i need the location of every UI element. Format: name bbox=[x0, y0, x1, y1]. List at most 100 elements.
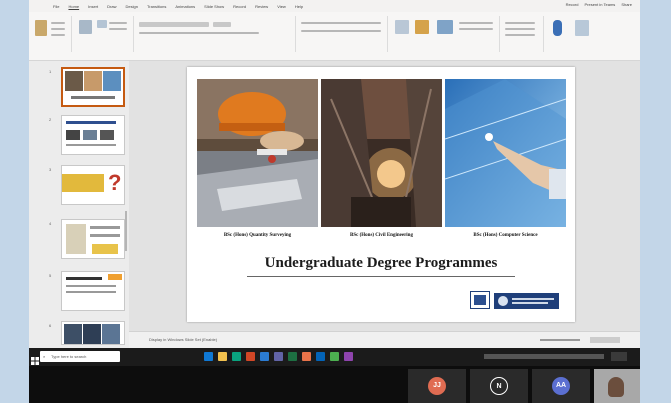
participant-tile[interactable]: AA bbox=[532, 369, 590, 403]
thumb-heading-line bbox=[66, 277, 102, 280]
slide-number: 2 bbox=[49, 117, 52, 122]
new-slide-icon[interactable] bbox=[79, 20, 92, 34]
slide-editor: BSc (Hons) Quantity Surveying BSc (Hons)… bbox=[129, 61, 640, 331]
ribbon-tab-review[interactable]: Review bbox=[255, 4, 268, 9]
present-in-teams-button[interactable]: Present in Teams bbox=[584, 2, 615, 7]
section-command bbox=[109, 28, 127, 30]
designer-icon[interactable] bbox=[575, 20, 589, 36]
notes-text[interactable]: Display in Windows Slide Set (Enable) bbox=[149, 337, 217, 342]
participant-video bbox=[608, 377, 624, 397]
clock[interactable] bbox=[611, 352, 627, 361]
caption-quantity-surveying: BSc (Hons) Quantity Surveying bbox=[223, 233, 292, 238]
thumb-photo bbox=[83, 130, 97, 140]
participant-avatar: N bbox=[490, 377, 508, 395]
thumb-photo bbox=[83, 324, 101, 344]
slide-number: 5 bbox=[49, 273, 52, 278]
search-icon: ⌕ bbox=[43, 354, 46, 359]
ribbon-tab-slide-show[interactable]: Slide Show bbox=[204, 4, 224, 9]
edge-icon[interactable] bbox=[204, 352, 213, 361]
thumb-badge bbox=[108, 274, 122, 280]
slide-thumbnail-6[interactable] bbox=[61, 321, 125, 345]
shapes-icon[interactable] bbox=[395, 20, 409, 34]
powerpoint-icon[interactable] bbox=[246, 352, 255, 361]
thumb-text-line bbox=[90, 226, 120, 229]
photo-quantity-surveying bbox=[197, 79, 318, 227]
status-bar: Display in Windows Slide Set (Enable) bbox=[129, 331, 640, 349]
crest-shield bbox=[474, 295, 486, 305]
ribbon-tab-help[interactable]: Help bbox=[295, 4, 303, 9]
windows-start-icon[interactable] bbox=[31, 352, 39, 365]
paragraph-row-1 bbox=[301, 22, 381, 24]
dictate-icon[interactable] bbox=[553, 20, 562, 36]
zoom-slider[interactable] bbox=[540, 339, 580, 341]
participant-tile[interactable]: N bbox=[470, 369, 528, 403]
share-button[interactable]: Share bbox=[621, 2, 632, 7]
record-button[interactable]: Record bbox=[566, 2, 579, 7]
thumbnail-scrollbar[interactable] bbox=[125, 211, 127, 251]
slide-thumbnail-5[interactable] bbox=[61, 271, 125, 311]
paste-icon[interactable] bbox=[35, 20, 47, 36]
font-name-box[interactable] bbox=[139, 22, 209, 27]
excel-icon[interactable] bbox=[288, 352, 297, 361]
partner-logo-emblem bbox=[498, 296, 508, 306]
partner-logo bbox=[494, 293, 559, 309]
clipboard-group bbox=[31, 16, 72, 52]
word-icon[interactable] bbox=[260, 352, 269, 361]
find-command bbox=[505, 22, 535, 24]
shape-fill-command bbox=[459, 22, 493, 24]
slide-thumbnail-2[interactable] bbox=[61, 115, 125, 155]
ribbon-tab-home[interactable]: Home bbox=[68, 4, 79, 9]
zoom-level[interactable] bbox=[590, 337, 620, 343]
screen: File Home Insert Draw Design Transitions… bbox=[29, 0, 640, 403]
quick-styles-icon[interactable] bbox=[437, 20, 453, 34]
participant-tile[interactable]: JJ bbox=[408, 369, 466, 403]
ribbon-tab-animations[interactable]: Animations bbox=[175, 4, 195, 9]
partner-logo-line bbox=[512, 298, 554, 300]
ribbon-tab-file[interactable]: File bbox=[53, 4, 59, 9]
construction-image bbox=[197, 79, 318, 227]
slide-thumbnail-1[interactable] bbox=[61, 67, 125, 107]
ribbon-tab-transitions[interactable]: Transitions bbox=[147, 4, 166, 9]
system-tray[interactable] bbox=[484, 354, 604, 359]
slide-thumbnail-3[interactable]: ? bbox=[61, 165, 125, 205]
meeting-participant-strip: JJ N AA bbox=[29, 366, 640, 403]
participant-avatar: AA bbox=[552, 377, 570, 395]
chrome-icon[interactable] bbox=[330, 352, 339, 361]
ribbon-tab-record[interactable]: Record bbox=[233, 4, 246, 9]
thumb-text-line bbox=[66, 291, 116, 293]
participant-video-tile[interactable] bbox=[594, 369, 640, 403]
font-size-box[interactable] bbox=[213, 22, 231, 27]
ribbon-tab-insert[interactable]: Insert bbox=[88, 4, 98, 9]
arrange-icon[interactable] bbox=[415, 20, 429, 34]
participant-avatar: JJ bbox=[428, 377, 446, 395]
thumb-heading-line bbox=[66, 121, 116, 124]
format-painter-command bbox=[51, 34, 65, 36]
teams-icon[interactable] bbox=[274, 352, 283, 361]
layout-icon[interactable] bbox=[97, 20, 107, 28]
ribbon-tab-bar: File Home Insert Draw Design Transitions… bbox=[29, 0, 640, 12]
ribbon-tab-view[interactable]: View bbox=[277, 4, 286, 9]
onenote-icon[interactable] bbox=[344, 352, 353, 361]
slide-thumbnail-panel: 1 2 3 ? 4 5 6 bbox=[29, 61, 129, 348]
slide-thumbnail-4[interactable] bbox=[61, 219, 125, 259]
thumb-photo bbox=[65, 71, 83, 91]
taskbar-search-input[interactable]: ⌕ Type here to search bbox=[40, 351, 120, 362]
thumb-box bbox=[92, 244, 118, 254]
ribbon-tab-design[interactable]: Design bbox=[125, 4, 137, 9]
drawing-group bbox=[389, 16, 500, 52]
select-command bbox=[505, 34, 535, 36]
slide-title: Undergraduate Degree Programmes bbox=[264, 255, 498, 271]
paragraph-row-2 bbox=[301, 30, 381, 32]
shape-outline-command bbox=[459, 28, 493, 30]
thumb-title-line bbox=[71, 96, 115, 99]
store-icon[interactable] bbox=[232, 352, 241, 361]
search-placeholder: Type here to search bbox=[51, 354, 87, 359]
ribbon-share-area: Record Present in Teams Share bbox=[566, 2, 632, 7]
outlook-icon[interactable] bbox=[316, 352, 325, 361]
file-explorer-icon[interactable] bbox=[218, 352, 227, 361]
app-icon[interactable] bbox=[302, 352, 311, 361]
reset-command bbox=[109, 22, 127, 24]
thumb-banner bbox=[62, 174, 104, 192]
ribbon-tab-draw[interactable]: Draw bbox=[107, 4, 116, 9]
cut-command bbox=[51, 22, 65, 24]
